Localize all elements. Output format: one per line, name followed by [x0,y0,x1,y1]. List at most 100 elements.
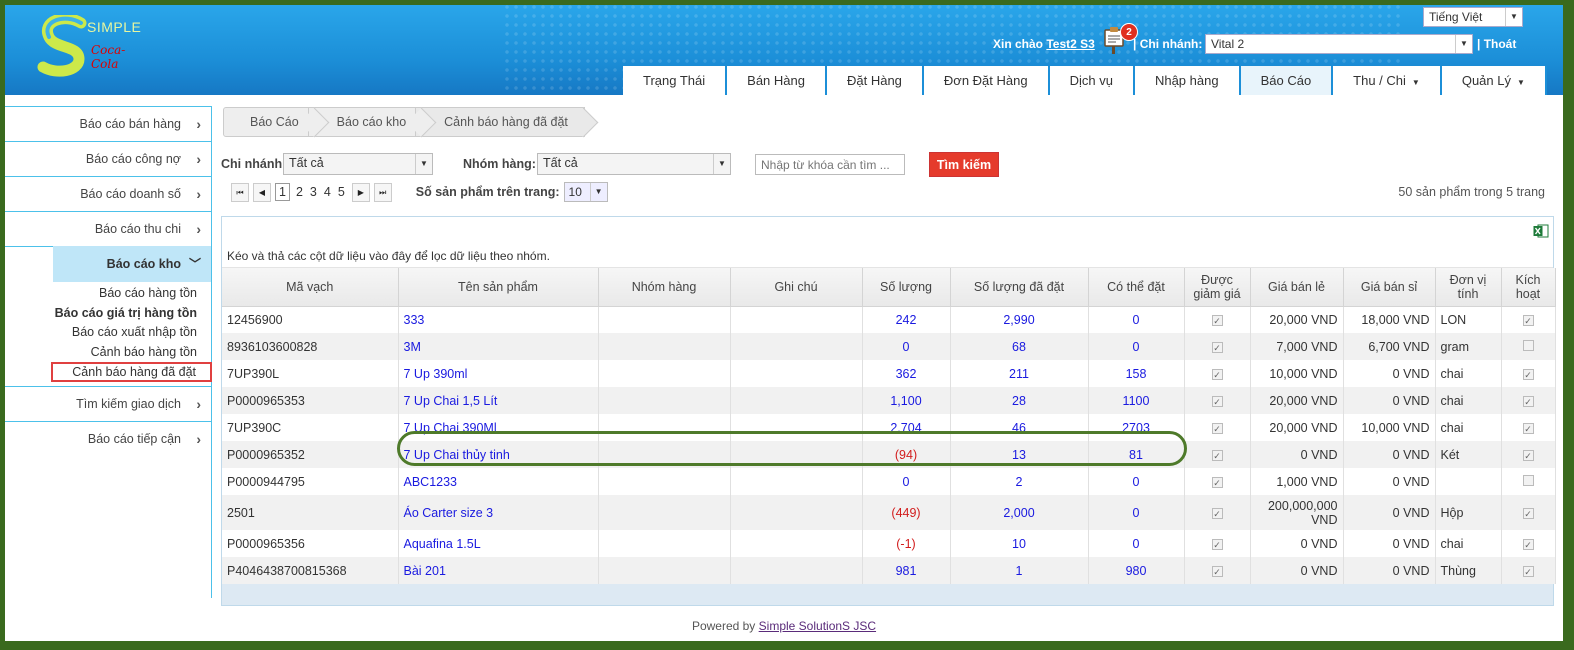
checkbox-icon[interactable]: ✓ [1211,507,1223,519]
cell-product-name[interactable]: ABC1233 [398,468,599,495]
column-header[interactable]: Đơn vị tính [1435,268,1502,307]
checkbox-icon[interactable]: ✓ [1211,565,1223,577]
page-size-select[interactable]: 10 ▼ [563,182,608,202]
cell-product-name[interactable]: 7 Up Chai 390Ml [398,414,599,441]
checkbox-icon[interactable]: ✓ [1211,341,1223,353]
table-row[interactable]: 12456900 333 242 2,990 0 ✓ 20,000 VND 18,000 VN… [222,306,1556,333]
checkbox-icon[interactable]: ✓ [1522,395,1534,407]
column-header[interactable]: Số lượng đã đặt [950,268,1089,307]
checkbox-icon[interactable]: ✓ [1211,368,1223,380]
checkbox-icon[interactable]: ✓ [1211,538,1223,550]
checkbox-icon[interactable]: ✓ [1211,314,1223,326]
product-link[interactable]: ABC1233 [404,475,458,489]
sidebar-subitem-canh-bao-hang-da-dat[interactable]: Cảnh báo hàng đã đặt [51,362,212,382]
page-number[interactable]: 2 [296,185,303,199]
table-row[interactable]: P0000944795 ABC1233 0 2 0 ✓ 1,000 VND 0 VND [222,468,1556,495]
table-row[interactable]: 7UP390C 7 Up Chai 390Ml 2,704 46 2703 ✓ 20,000… [222,414,1556,441]
tab-thu-chi[interactable]: Thu / Chi ▼ [1333,66,1442,95]
table-row[interactable]: P0000965352 7 Up Chai thủy tinh (94) 13 81 ✓ 0… [222,441,1556,468]
sidebar-item-bao-cao-doanh-so[interactable]: Báo cáo doanh số › [5,176,211,212]
sidebar-item-bao-cao-ban-hang[interactable]: Báo cáo bán hàng › [5,106,211,142]
checkbox-icon[interactable]: ✓ [1211,449,1223,461]
product-link[interactable]: 7 Up Chai thủy tinh [404,448,510,462]
tab-don-dat-hang[interactable]: Đơn Đặt Hàng [923,66,1050,95]
tab-quan-ly[interactable]: Quản Lý ▼ [1441,66,1547,95]
cell-product-name[interactable]: 3M [398,333,599,360]
product-link[interactable]: 7 Up 390ml [404,367,468,381]
checkbox-icon[interactable]: ✓ [1211,422,1223,434]
logout-link[interactable]: | Thoát [1477,37,1516,51]
breadcrumb-item-bao-cao[interactable]: Báo Cáo [223,107,316,137]
checkbox-icon[interactable]: ✓ [1522,565,1534,577]
group-drop-area[interactable]: Kéo và thả các cột dữ liệu vào đây để lọ… [222,245,1553,268]
prev-page-button[interactable]: ◀ [253,182,271,202]
checkbox-icon[interactable]: ✓ [1211,476,1223,488]
tab-nhap-hang[interactable]: Nhập hàng [1134,66,1241,95]
column-header[interactable]: Giá bán sỉ [1343,268,1436,307]
product-link[interactable]: Áo Carter size 3 [404,506,494,520]
cell-product-name[interactable]: Áo Carter size 3 [398,495,599,530]
column-header[interactable]: Số lượng [862,268,951,307]
tab-dat-hang[interactable]: Đặt Hàng [826,66,924,95]
table-row[interactable]: P0000965353 7 Up Chai 1,5 Lít 1,100 28 1100 ✓… [222,387,1556,414]
cell-product-name[interactable]: Aquafina 1.5L [398,530,599,557]
table-row[interactable]: P0000965356 Aquafina 1.5L (-1) 10 0 ✓ 0 VND 0 V… [222,530,1556,557]
sidebar-item-bao-cao-kho[interactable]: Báo cáo kho ﹀ [53,246,211,282]
checkbox-icon[interactable]: ✓ [1522,507,1534,519]
checkbox-icon[interactable]: ✓ [1522,368,1534,380]
sidebar-subitem-bao-cao-hang-ton[interactable]: Báo cáo hàng tồn [5,284,211,304]
column-header[interactable]: Tên sản phẩm [398,268,599,307]
table-row[interactable]: 8936103600828 3M 0 68 0 ✓ 7,000 VND 6,700 VND gr… [222,333,1556,360]
tab-trang-thai[interactable]: Trạng Thái [623,66,728,95]
product-link[interactable]: 333 [404,313,425,327]
checkbox-icon[interactable]: ✓ [1211,395,1223,407]
last-page-button[interactable]: ⏭ [373,182,392,202]
sidebar-subitem-bao-cao-gia-tri-hang-ton[interactable]: Báo cáo giá trị hàng tồn [5,304,211,324]
cell-product-name[interactable]: 7 Up Chai thủy tinh [398,441,599,468]
checkbox-icon[interactable]: ✓ [1522,422,1534,434]
search-button[interactable]: Tìm kiếm [929,152,999,177]
tab-ban-hang[interactable]: Bán Hàng [727,66,827,95]
checkbox-icon[interactable] [1522,339,1534,351]
tab-dich-vu[interactable]: Dịch vụ [1049,66,1135,95]
column-header[interactable]: Nhóm hàng [598,268,731,307]
sidebar-subitem-bao-cao-xuat-nhap-ton[interactable]: Báo cáo xuất nhập tồn [5,323,211,343]
group-filter-select[interactable]: Tất cả ▼ [537,153,731,175]
sidebar-item-bao-cao-tiep-can[interactable]: Báo cáo tiếp cận › [5,420,211,457]
product-link[interactable]: Bài 201 [404,564,446,578]
page-number[interactable]: 3 [310,185,317,199]
cell-product-name[interactable]: 7 Up Chai 1,5 Lít [398,387,599,414]
column-header[interactable]: Mã vạch [222,268,399,307]
checkbox-icon[interactable]: ✓ [1522,449,1534,461]
page-number[interactable]: 5 [338,185,345,199]
checkbox-icon[interactable] [1522,474,1534,486]
keyword-search-input[interactable] [755,154,905,175]
sidebar-item-tim-kiem-giao-dich[interactable]: Tìm kiếm giao dịch › [5,385,211,422]
sidebar-subitem-canh-bao-hang-ton[interactable]: Cảnh báo hàng tồn [5,343,211,363]
product-link[interactable]: 3M [404,340,421,354]
excel-export-icon[interactable] [1533,224,1549,238]
column-header[interactable]: Được giảm giá [1184,268,1251,307]
column-header[interactable]: Giá bán lẻ [1250,268,1344,307]
table-row[interactable]: 2501 Áo Carter size 3 (449) 2,000 0 ✓ 200,000,… [222,495,1556,530]
column-header[interactable]: Có thể đặt [1088,268,1185,307]
first-page-button[interactable]: ⏮ [231,182,249,202]
footer-company-link[interactable]: Simple SolutionS JSC [759,619,876,633]
product-link[interactable]: 7 Up Chai 1,5 Lít [404,394,498,408]
cell-product-name[interactable]: 333 [398,306,599,333]
sidebar-item-bao-cao-cong-no[interactable]: Báo cáo công nợ › [5,141,211,177]
column-header[interactable]: Kích hoạt [1501,268,1556,307]
notification-button[interactable]: 2 [1102,23,1138,55]
table-row[interactable]: 7UP390L 7 Up 390ml 362 211 158 ✓ 10,000 VND 0 V… [222,360,1556,387]
branch-select[interactable]: Vital 2 ▼ [1205,34,1473,54]
table-row[interactable]: P4046438700815368 Bài 201 981 1 980 ✓ 0 VND 0 V… [222,557,1556,584]
sidebar-item-bao-cao-thu-chi[interactable]: Báo cáo thu chi › [5,211,211,247]
tab-bao-cao[interactable]: Báo Cáo [1240,66,1334,95]
product-link[interactable]: Aquafina 1.5L [404,537,481,551]
page-number[interactable]: 4 [324,185,331,199]
app-logo[interactable]: SIMPLE Coca-Cola [35,15,145,77]
cell-product-name[interactable]: Bài 201 [398,557,599,584]
cell-product-name[interactable]: 7 Up 390ml [398,360,599,387]
product-link[interactable]: 7 Up Chai 390Ml [404,421,497,435]
checkbox-icon[interactable]: ✓ [1522,314,1534,326]
